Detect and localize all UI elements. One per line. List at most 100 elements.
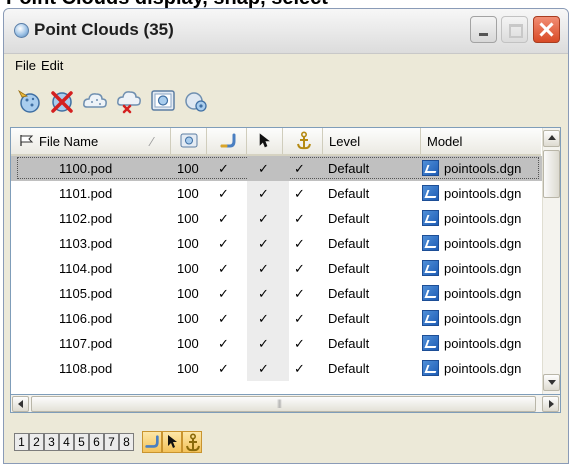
level-cell[interactable]: Default [328,236,369,251]
snap-check[interactable]: ✓ [294,161,305,177]
level-cell[interactable]: Default [328,361,369,376]
classification-check[interactable]: ✓ [218,286,229,302]
level-cell[interactable]: Default [328,186,369,201]
select-check[interactable]: ✓ [258,261,269,277]
cloud-settings-icon[interactable] [182,87,210,115]
classification-check[interactable]: ✓ [218,211,229,227]
select-toggle-button[interactable] [162,431,182,453]
minimize-button[interactable] [470,16,497,43]
classification-check[interactable]: ✓ [218,261,229,277]
snap-check[interactable]: ✓ [294,186,305,202]
column-model[interactable]: Model [421,128,541,154]
snap-check[interactable]: ✓ [294,361,305,377]
cloud-remove-icon[interactable] [115,87,143,115]
select-check[interactable]: ✓ [258,361,269,377]
model-cell[interactable]: pointools.dgn [444,211,521,226]
view-button-6[interactable]: 6 [89,433,104,451]
view-button-5[interactable]: 5 [74,433,89,451]
menu-file[interactable]: File [15,58,36,73]
table-row[interactable]: 1103.pod 100 ✓ ✓ ✓ Default pointools.dgn [11,231,542,256]
table-row[interactable]: 1104.pod 100 ✓ ✓ ✓ Default pointools.dgn [11,256,542,281]
scroll-down-button[interactable] [543,374,560,391]
classification-check[interactable]: ✓ [218,311,229,327]
table-row[interactable]: 1100.pod 100 ✓ ✓ ✓ Default pointools.dgn [11,156,542,181]
level-cell[interactable]: Default [328,261,369,276]
column-file-name[interactable]: File Name ∕ [11,128,171,154]
snap-check[interactable]: ✓ [294,236,305,252]
table-row[interactable]: 1107.pod 100 ✓ ✓ ✓ Default pointools.dgn [11,331,542,356]
display-percent-cell[interactable]: 100 [177,186,199,201]
model-cell[interactable]: pointools.dgn [444,236,521,251]
level-cell[interactable]: Default [328,211,369,226]
horizontal-scrollbar[interactable] [10,395,561,413]
table-row[interactable]: 1102.pod 100 ✓ ✓ ✓ Default pointools.dgn [11,206,542,231]
select-check[interactable]: ✓ [258,211,269,227]
scroll-up-button[interactable] [543,130,560,147]
display-percent-cell[interactable]: 100 [177,261,199,276]
classification-check[interactable]: ✓ [218,361,229,377]
display-percent-cell[interactable]: 100 [177,336,199,351]
column-snap[interactable] [283,128,323,154]
display-percent-cell[interactable]: 100 [177,236,199,251]
select-check[interactable]: ✓ [258,236,269,252]
select-check[interactable]: ✓ [258,286,269,302]
table-row[interactable]: 1105.pod 100 ✓ ✓ ✓ Default pointools.dgn [11,281,542,306]
model-cell[interactable]: pointools.dgn [444,261,521,276]
select-check[interactable]: ✓ [258,161,269,177]
view-button-4[interactable]: 4 [59,433,74,451]
classification-check[interactable]: ✓ [218,236,229,252]
classification-toggle-button[interactable] [142,431,162,453]
snap-check[interactable]: ✓ [294,261,305,277]
model-cell[interactable]: pointools.dgn [444,286,521,301]
close-button[interactable] [533,16,560,43]
select-check[interactable]: ✓ [258,311,269,327]
level-cell[interactable]: Default [328,336,369,351]
detach-point-cloud-icon[interactable] [48,87,76,115]
table-row[interactable]: 1106.pod 100 ✓ ✓ ✓ Default pointools.dgn [11,306,542,331]
attach-point-cloud-icon[interactable] [16,87,44,115]
display-percent-cell[interactable]: 100 [177,286,199,301]
model-cell[interactable]: pointools.dgn [444,186,521,201]
vertical-scrollbar[interactable] [542,128,560,394]
view-button-2[interactable]: 2 [29,433,44,451]
level-cell[interactable]: Default [328,286,369,301]
snap-toggle-button[interactable] [182,431,202,453]
snap-check[interactable]: ✓ [294,311,305,327]
classification-check[interactable]: ✓ [218,161,229,177]
level-cell[interactable]: Default [328,311,369,326]
column-classification[interactable] [207,128,247,154]
classification-check[interactable]: ✓ [218,186,229,202]
snap-check[interactable]: ✓ [294,211,305,227]
select-check[interactable]: ✓ [258,186,269,202]
classification-check[interactable]: ✓ [218,336,229,352]
scroll-left-button[interactable] [12,396,29,412]
column-level[interactable]: Level [323,128,421,154]
vertical-scroll-thumb[interactable] [543,150,560,198]
display-percent-cell[interactable]: 100 [177,211,199,226]
model-cell[interactable]: pointools.dgn [444,336,521,351]
snap-check[interactable]: ✓ [294,286,305,302]
menu-edit[interactable]: Edit [41,58,63,73]
table-row[interactable]: 1108.pod 100 ✓ ✓ ✓ Default pointools.dgn [11,356,542,381]
view-button-8[interactable]: 8 [119,433,134,451]
column-select[interactable] [247,128,283,154]
maximize-button[interactable] [501,16,528,43]
model-cell[interactable]: pointools.dgn [444,161,521,176]
snap-check[interactable]: ✓ [294,336,305,352]
select-check[interactable]: ✓ [258,336,269,352]
scroll-right-button[interactable] [542,396,559,412]
model-cell[interactable]: pointools.dgn [444,361,521,376]
view-button-1[interactable]: 1 [14,433,29,451]
table-row[interactable]: 1101.pod 100 ✓ ✓ ✓ Default pointools.dgn [11,181,542,206]
column-display[interactable] [171,128,207,154]
view-button-7[interactable]: 7 [104,433,119,451]
display-view-icon[interactable] [149,87,177,115]
horizontal-scroll-thumb[interactable] [31,396,536,412]
display-percent-cell[interactable]: 100 [177,161,199,176]
display-percent-cell[interactable]: 100 [177,361,199,376]
view-button-3[interactable]: 3 [44,433,59,451]
level-cell[interactable]: Default [328,161,369,176]
cloud-icon[interactable] [81,87,109,115]
display-percent-cell[interactable]: 100 [177,311,199,326]
model-cell[interactable]: pointools.dgn [444,311,521,326]
